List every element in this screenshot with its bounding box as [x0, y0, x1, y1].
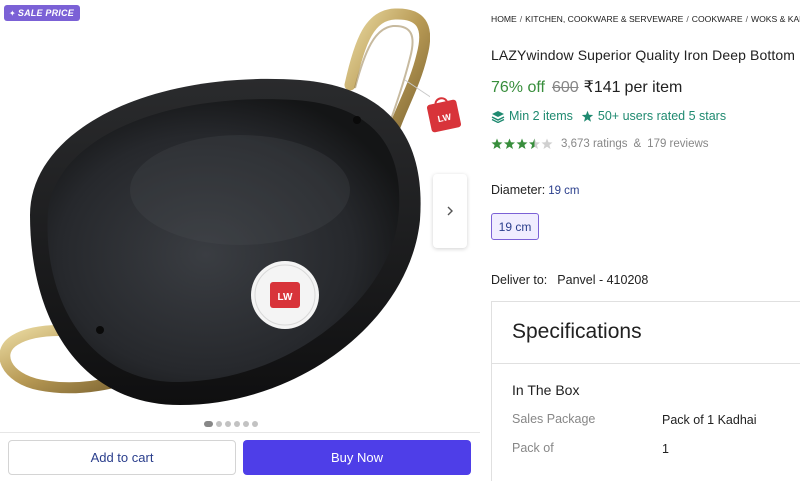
spec-value: Pack of 1 Kadhai	[662, 413, 757, 427]
sale-badge-label: SALE PRICE	[17, 8, 74, 18]
image-pagination	[204, 421, 258, 427]
delivery-row[interactable]: Deliver to: Panvel - 410208	[491, 273, 648, 287]
product-title: LAZYwindow Superior Quality Iron Deep Bo…	[491, 47, 800, 63]
pagination-dot[interactable]	[252, 421, 258, 427]
rated-badge-label: 50+ users rated 5 stars	[597, 109, 727, 123]
product-gallery: ✦ SALE PRICE LW LW	[0, 0, 480, 432]
pagination-dot[interactable]	[234, 421, 240, 427]
spec-key: Pack of	[512, 441, 554, 455]
rated-badge: 50+ users rated 5 stars	[581, 109, 726, 123]
original-price: 600	[551, 79, 579, 96]
specifications-panel: Specifications In The Box Sales Package …	[491, 301, 800, 481]
star-sparkle-icon	[581, 110, 594, 123]
deliver-label: Deliver to:	[491, 273, 548, 287]
spec-key: Sales Package	[512, 412, 596, 426]
variant-option-19cm[interactable]: 19 cm	[491, 213, 539, 240]
sale-price-badge: ✦ SALE PRICE	[4, 5, 80, 21]
pagination-dot[interactable]	[243, 421, 249, 427]
product-image[interactable]: LW	[0, 0, 430, 420]
price-unit: per item	[624, 79, 683, 96]
ratings-count: 3,673 ratings	[561, 138, 628, 150]
breadcrumb-woks-kadhais[interactable]: WOKS & KADHAIS	[751, 14, 800, 24]
tag-logo-icon: LW	[426, 97, 462, 133]
pagination-dot[interactable]	[216, 421, 222, 427]
variant-label-text: Diameter:	[491, 183, 546, 197]
buy-now-button[interactable]: Buy Now	[243, 440, 471, 475]
offer-row: Min 2 items 50+ users rated 5 stars	[491, 109, 734, 123]
stack-icon	[491, 110, 505, 123]
spec-value: 1	[662, 442, 669, 456]
spec-section-heading: In The Box	[512, 382, 580, 398]
svg-text:LW: LW	[278, 292, 294, 303]
star-rating	[491, 138, 553, 150]
price-row: 76% off 600 ₹141 per item	[491, 77, 682, 97]
variant-selected-value: 19 cm	[548, 185, 580, 197]
specifications-title: Specifications	[512, 320, 642, 343]
add-to-cart-button[interactable]: Add to cart	[8, 440, 236, 475]
chevron-right-icon	[447, 206, 453, 216]
rating-stars-icon	[491, 138, 553, 149]
ratings-row[interactable]: 3,673 ratings & 179 reviews	[491, 138, 709, 150]
discount-percent: 76% off	[491, 79, 545, 96]
delivery-location: Panvel - 410208	[557, 273, 649, 287]
divider	[492, 363, 800, 364]
breadcrumb-kitchen[interactable]: KITCHEN, COOKWARE & SERVEWARE	[525, 14, 683, 24]
action-bar: Add to cart Buy Now	[0, 432, 480, 481]
min-qty-badge: Min 2 items	[491, 109, 573, 123]
product-details: HOME / KITCHEN, COOKWARE & SERVEWARE / C…	[491, 0, 800, 481]
next-image-button[interactable]	[433, 174, 467, 248]
min-qty-label: Min 2 items	[509, 109, 573, 123]
selling-price: ₹141 per item	[584, 77, 683, 97]
breadcrumb-cookware[interactable]: COOKWARE	[692, 14, 743, 24]
pagination-dot-active[interactable]	[204, 421, 213, 427]
reviews-count: 179 reviews	[647, 138, 709, 150]
variant-label: Diameter: 19 cm	[491, 183, 580, 197]
price-value: ₹141	[583, 79, 621, 96]
pagination-dot[interactable]	[225, 421, 231, 427]
sparkle-icon: ✦	[9, 9, 16, 18]
breadcrumb: HOME / KITCHEN, COOKWARE & SERVEWARE / C…	[491, 14, 800, 24]
breadcrumb-home[interactable]: HOME	[491, 14, 517, 24]
